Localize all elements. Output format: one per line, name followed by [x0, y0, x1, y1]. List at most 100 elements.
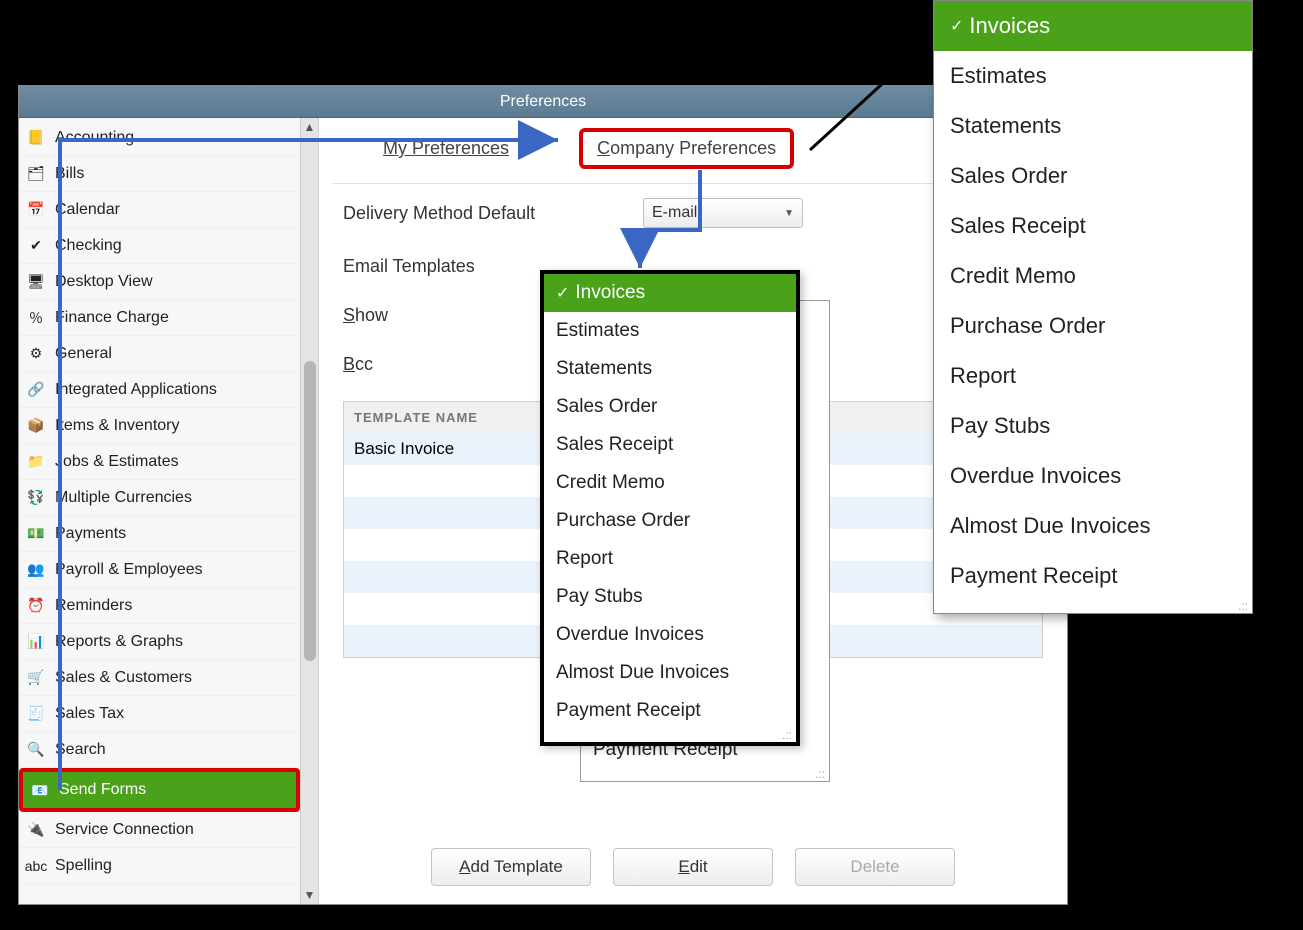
- sidebar-item-label: Integrated Applications: [55, 381, 217, 399]
- sidebar-item-label: Bills: [55, 165, 84, 183]
- sidebar-item-label: Search: [55, 741, 106, 759]
- sidebar-item-send-forms[interactable]: 📧Send Forms: [19, 768, 300, 812]
- sales-tax-icon: 🧾: [23, 703, 49, 725]
- service-connection-icon: 🔌: [23, 819, 49, 841]
- sidebar-item-label: Checking: [55, 237, 122, 255]
- tab-my-preferences-label: My Preferences: [383, 138, 509, 158]
- reports-graphs-icon: 📊: [23, 631, 49, 653]
- sidebar-item-label: Reports & Graphs: [55, 633, 183, 651]
- sidebar-item-label: Payroll & Employees: [55, 561, 203, 579]
- sidebar-item-reminders[interactable]: ⏰ Reminders: [19, 588, 300, 624]
- tab-my-preferences[interactable]: My Preferences: [373, 134, 519, 163]
- sidebar: 📒Accounting 🗂 Bills 📅 Calendar ✔ Checking 🖥 Desk…: [19, 118, 319, 904]
- sidebar-item-checking[interactable]: ✔ Checking: [19, 228, 300, 264]
- sidebar-item-payroll-employees[interactable]: 👥 Payroll & Employees: [19, 552, 300, 588]
- sidebar-item-bills[interactable]: 🗂 Bills: [19, 156, 300, 192]
- resize-grip-icon: .::: [544, 730, 796, 742]
- dropdown-item-statements[interactable]: Statements: [544, 350, 796, 388]
- desktop-view-icon: 🖥: [23, 271, 49, 293]
- payroll-employees-icon: 👥: [23, 559, 49, 581]
- sidebar-item-label: Desktop View: [55, 273, 153, 291]
- dropdown-item-pay-stubs[interactable]: Pay Stubs: [544, 578, 796, 616]
- sidebar-item-spelling[interactable]: abc Spelling: [19, 848, 300, 884]
- dropdown-item-almost-due-invoices[interactable]: Almost Due Invoices: [544, 654, 796, 692]
- sidebar-item-payments[interactable]: 💵 Payments: [19, 516, 300, 552]
- tab-company-preferences[interactable]: Company Preferences: [579, 128, 794, 169]
- general-icon: ⚙: [23, 343, 49, 365]
- scroll-up-icon[interactable]: ▲: [304, 118, 316, 136]
- zoom-dropdown-item-sales-order: Sales Order: [934, 151, 1252, 201]
- resize-grip-icon: .::: [581, 769, 829, 781]
- finance-charge-icon: ％: [23, 307, 49, 329]
- sidebar-item-label: Items & Inventory: [55, 417, 180, 435]
- calendar-icon: 📅: [23, 199, 49, 221]
- scroll-down-icon[interactable]: ▼: [304, 886, 316, 904]
- zoom-dropdown-item-report: Report: [934, 351, 1252, 401]
- delivery-method-value: E-mail: [652, 204, 697, 222]
- zoom-dropdown-item-invoices: Invoices: [934, 1, 1252, 51]
- sales-customers-icon: 🛒: [23, 667, 49, 689]
- dropdown-item-payment-receipt[interactable]: Payment Receipt: [544, 692, 796, 730]
- bills-icon: 🗂: [23, 163, 49, 185]
- add-template-button[interactable]: Add Template: [431, 848, 591, 886]
- sidebar-item-items-inventory[interactable]: 📦 Items & Inventory: [19, 408, 300, 444]
- sidebar-item-label: Accounting: [55, 129, 134, 147]
- sidebar-item-finance-charge[interactable]: ％ Finance Charge: [19, 300, 300, 336]
- sidebar-item-reports-graphs[interactable]: 📊 Reports & Graphs: [19, 624, 300, 660]
- dropdown-item-overdue-invoices[interactable]: Overdue Invoices: [544, 616, 796, 654]
- dropdown-item-sales-receipt[interactable]: Sales Receipt: [544, 426, 796, 464]
- zoom-dropdown-item-overdue-invoices: Overdue Invoices: [934, 451, 1252, 501]
- spelling-icon: abc: [23, 855, 49, 877]
- sidebar-item-search[interactable]: 🔍Search: [19, 732, 300, 768]
- sidebar-item-general[interactable]: ⚙ General: [19, 336, 300, 372]
- sidebar-item-label: Reminders: [55, 597, 132, 615]
- delivery-method-combo[interactable]: E-mail ▼: [643, 198, 803, 228]
- send-forms-icon: 📧: [27, 779, 53, 801]
- sidebar-item-label: General: [55, 345, 112, 363]
- sidebar-item-accounting[interactable]: 📒Accounting: [19, 120, 300, 156]
- sidebar-item-label: Service Connection: [55, 821, 194, 839]
- dropdown-item-report[interactable]: Report: [544, 540, 796, 578]
- jobs-estimates-icon: 📁: [23, 451, 49, 473]
- checking-icon: ✔: [23, 235, 49, 257]
- zoom-dropdown-item-statements: Statements: [934, 101, 1252, 151]
- edit-button[interactable]: Edit: [613, 848, 773, 886]
- zoom-dropdown-item-estimates: Estimates: [934, 51, 1252, 101]
- tab-company-preferences-label: Company Preferences: [597, 138, 776, 158]
- sidebar-item-calendar[interactable]: 📅 Calendar: [19, 192, 300, 228]
- dropdown-item-invoices[interactable]: Invoices: [544, 274, 796, 312]
- window-title: Preferences: [19, 86, 1067, 118]
- dropdown-zoom-panel: InvoicesEstimatesStatementsSales OrderSa…: [933, 0, 1253, 614]
- sidebar-item-label: Jobs & Estimates: [55, 453, 179, 471]
- zoom-dropdown-item-almost-due-invoices: Almost Due Invoices: [934, 501, 1252, 551]
- zoom-dropdown-item-payment-receipt: Payment Receipt: [934, 551, 1252, 601]
- sidebar-item-integrated-applications[interactable]: 🔗Integrated Applications: [19, 372, 300, 408]
- sidebar-scrollbar[interactable]: ▲ ▼: [300, 118, 318, 904]
- sidebar-item-sales-customers[interactable]: 🛒Sales & Customers: [19, 660, 300, 696]
- sidebar-item-service-connection[interactable]: 🔌 Service Connection: [19, 812, 300, 848]
- dropdown-item-credit-memo[interactable]: Credit Memo: [544, 464, 796, 502]
- scroll-thumb[interactable]: [304, 361, 316, 661]
- zoom-dropdown-item-credit-memo: Credit Memo: [934, 251, 1252, 301]
- sidebar-item-jobs-estimates[interactable]: 📁 Jobs & Estimates: [19, 444, 300, 480]
- sidebar-item-label: Sales Tax: [55, 705, 124, 723]
- reminders-icon: ⏰: [23, 595, 49, 617]
- sidebar-item-desktop-view[interactable]: 🖥 Desktop View: [19, 264, 300, 300]
- dropdown-item-purchase-order[interactable]: Purchase Order: [544, 502, 796, 540]
- dropdown-item-sales-order[interactable]: Sales Order: [544, 388, 796, 426]
- button-bar: Add Template Edit Delete: [319, 848, 1067, 886]
- sidebar-item-multiple-currencies[interactable]: 💱Multiple Currencies: [19, 480, 300, 516]
- items-inventory-icon: 📦: [23, 415, 49, 437]
- zoom-dropdown-item-purchase-order: Purchase Order: [934, 301, 1252, 351]
- payments-icon: 💵: [23, 523, 49, 545]
- dropdown-item-estimates[interactable]: Estimates: [544, 312, 796, 350]
- sidebar-item-label: Finance Charge: [55, 309, 169, 327]
- sidebar-item-sales-tax[interactable]: 🧾 Sales Tax: [19, 696, 300, 732]
- sidebar-item-label: Spelling: [55, 857, 112, 875]
- show-dropdown-overlay[interactable]: InvoicesEstimatesStatementsSales OrderSa…: [540, 270, 800, 746]
- sidebar-item-label: Calendar: [55, 201, 120, 219]
- delete-button[interactable]: Delete: [795, 848, 955, 886]
- sidebar-item-label: Payments: [55, 525, 126, 543]
- zoom-dropdown-item-pay-stubs: Pay Stubs: [934, 401, 1252, 451]
- sidebar-item-label: Multiple Currencies: [55, 489, 192, 507]
